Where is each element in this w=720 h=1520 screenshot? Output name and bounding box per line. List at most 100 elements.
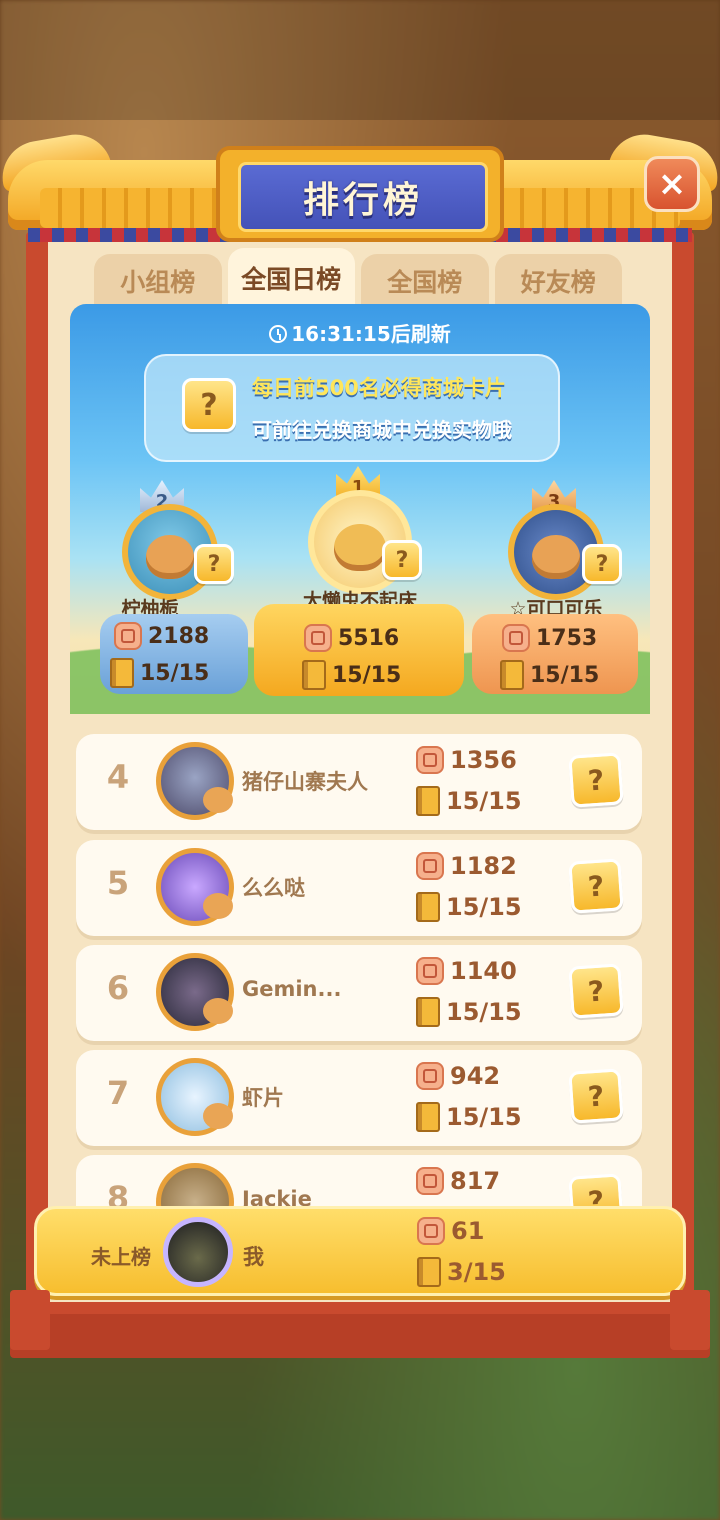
my-name: 我 [243,1245,264,1269]
rank-number: 5 [106,864,130,902]
list-item[interactable]: 6 Gemin... 1140 15/15 ? [76,945,642,1041]
roof: 排行榜 [0,120,720,250]
podium-progress: 15/15 [500,660,599,690]
score-value: 2188 [148,623,210,649]
tab-bar: 小组榜 全国日榜 全国榜 好友榜 [94,248,622,308]
player-progress: 15/15 [416,786,522,816]
avatar[interactable] [156,1163,234,1206]
tab-label: 好友榜 [520,268,596,297]
list-item[interactable]: 5 么么哒 1182 15/15 ? [76,840,642,936]
mystery-card-icon[interactable]: ? [382,540,422,580]
player-progress: 15/15 [416,892,522,922]
tab-label: 小组榜 [120,268,196,297]
mystery-card-icon[interactable]: ? [194,544,234,584]
title-inner: 排行榜 [238,162,488,232]
progress-value: 15/15 [446,787,522,815]
rank-list[interactable]: 4 猪仔山寨夫人 1356 15/15 ? 5 么么哒 1182 15/15 ?… [76,734,642,1206]
list-item[interactable]: 4 猪仔山寨夫人 1356 15/15 ? [76,734,642,830]
mystery-card-icon[interactable]: ? [568,963,624,1019]
list-item[interactable]: 8 Jackie 817 ? [76,1155,642,1206]
fu-coin-icon [502,624,530,652]
reward-banner: ? 每日前500名必得商城卡片 可前往兑换商城中兑换实物哦 [144,354,560,462]
avatar[interactable] [156,953,234,1031]
score-value: 1753 [536,625,598,651]
score-value: 5516 [338,625,400,651]
player-name: Gemin... [242,977,342,1001]
score-value: 1140 [450,957,517,985]
fu-coin-icon [416,852,444,880]
book-icon [110,658,134,688]
fu-coin-icon [416,957,444,985]
fu-coin-icon [416,1062,444,1090]
mystery-card-icon: ? [182,378,236,432]
tab-national[interactable]: 全国榜 [361,254,489,308]
fu-coin-icon [114,622,142,650]
player-progress: 15/15 [416,997,522,1027]
avatar[interactable] [163,1217,233,1287]
fu-coin-icon [416,746,444,774]
mystery-card-icon[interactable]: ? [568,1173,624,1206]
podium-score: 2188 [114,622,209,650]
avatar[interactable] [156,848,234,926]
podium-progress: 15/15 [302,660,401,690]
my-progress: 3/15 [417,1257,506,1287]
podium-score: 5516 [304,624,399,652]
fu-coin-icon [417,1217,445,1245]
book-icon [416,892,440,922]
clock-icon [269,325,288,343]
tab-friends[interactable]: 好友榜 [494,254,622,308]
book-icon [500,660,524,690]
player-score: 1140 [416,957,517,985]
fu-coin-icon [416,1167,444,1195]
player-score: 942 [416,1062,500,1090]
close-button[interactable]: × [644,156,700,212]
title-plate: 排行榜 [216,146,504,242]
book-icon [416,1102,440,1132]
refresh-text: 16:31:15后刷新 [291,322,451,346]
podium-stage: 16:31:15后刷新 ? 每日前500名必得商城卡片 可前往兑换商城中兑换实物… [70,304,650,714]
tab-national-daily[interactable]: 全国日榜 [227,248,355,308]
tab-group-rank[interactable]: 小组榜 [94,254,222,308]
mystery-card-icon[interactable]: ? [582,544,622,584]
base-post-right [670,1290,710,1350]
player-score: 1182 [416,852,517,880]
mystery-card-icon[interactable]: ? [568,752,624,808]
book-icon [416,997,440,1027]
progress-value: 15/15 [332,662,402,688]
my-score: 61 [417,1217,484,1245]
podium-progress: 15/15 [110,658,209,688]
progress-value: 15/15 [140,660,210,686]
close-icon: × [657,164,687,204]
background-dim [0,0,720,120]
progress-value: 15/15 [446,893,522,921]
player-progress: 15/15 [416,1102,522,1132]
score-value: 817 [450,1167,501,1195]
rank-number: 4 [106,758,130,796]
avatar[interactable] [156,1058,234,1136]
mystery-card-icon[interactable]: ? [568,858,624,914]
score-value: 942 [450,1062,501,1090]
list-item[interactable]: 7 虾片 942 15/15 ? [76,1050,642,1146]
progress-value: 15/15 [530,662,600,688]
rank-number: 7 [106,1074,130,1112]
refresh-timer: 16:31:15后刷新 [70,318,650,347]
tab-label: 全国榜 [387,268,463,297]
progress-value: 3/15 [447,1258,506,1286]
avatar[interactable] [156,742,234,820]
banner-subtitle: 可前往兑换商城中兑换实物哦 [252,418,512,442]
podium-score: 1753 [502,624,597,652]
score-value: 61 [451,1217,485,1245]
player-name: 么么哒 [242,876,305,900]
my-rank-status: 未上榜 [91,1245,151,1269]
score-value: 1356 [450,746,517,774]
base-post-left [10,1290,50,1350]
fu-coin-icon [304,624,332,652]
rank-number: 6 [106,969,130,1007]
page-title: 排行榜 [302,180,423,221]
my-rank-bar[interactable]: 未上榜 我 61 3/15 [34,1206,686,1296]
tab-label: 全国日榜 [241,265,342,294]
mystery-card-icon[interactable]: ? [568,1068,624,1124]
player-score: 817 [416,1167,500,1195]
book-icon [417,1257,441,1287]
banner-title: 每日前500名必得商城卡片 [252,376,506,400]
